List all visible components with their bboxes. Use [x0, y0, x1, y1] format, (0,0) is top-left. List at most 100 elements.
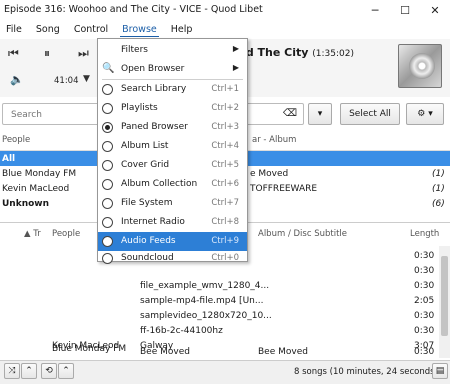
album-list-header[interactable]: Album / Disc Subtitle	[258, 229, 347, 245]
song-duration: (1:35:02)	[312, 49, 354, 59]
song-album: Bee Moved	[258, 346, 308, 357]
radio-icon	[102, 84, 113, 95]
menu-item-album-list[interactable]: Album List Ctrl+4	[98, 137, 247, 156]
radio-icon	[102, 179, 113, 190]
seek-menu-icon[interactable]: ▼	[83, 74, 90, 84]
clear-search-icon[interactable]: ⌫	[283, 108, 297, 119]
radio-icon	[102, 160, 113, 171]
window-title: Episode 316: Woohoo and The City - VICE …	[4, 4, 263, 15]
menu-item-label: Soundcloud	[121, 253, 174, 263]
people-column-header[interactable]: People	[2, 135, 30, 151]
maximize-button[interactable]: ☐	[390, 0, 420, 20]
menu-item-label: Search Library	[121, 84, 187, 94]
shuffle-icon: ⤨	[8, 366, 16, 376]
menu-item-label: Album Collection	[121, 179, 198, 189]
menu-item-search-library[interactable]: Search Library Ctrl+1	[98, 80, 247, 99]
menu-help[interactable]: Help	[169, 23, 195, 36]
menu-item-file-system[interactable]: File System Ctrl+7	[98, 194, 247, 213]
menu-item-paned-browser[interactable]: Paned Browser Ctrl+3	[98, 118, 247, 137]
song-length: 0:30	[414, 280, 435, 291]
repeat-button[interactable]: ⟲	[41, 363, 57, 379]
menu-item-filters[interactable]: Filters ▶	[98, 41, 247, 60]
menu-item-label: File System	[121, 198, 173, 208]
song-title: file_example_wmv_1280_4...	[140, 280, 270, 291]
album-count: (1)	[432, 183, 445, 194]
current-song-title: nd The City (1:35:02)	[238, 46, 354, 59]
menu-item-label: Cover Grid	[121, 160, 170, 170]
album-cover[interactable]	[398, 44, 442, 88]
title-bar: Episode 316: Woohoo and The City - VICE …	[0, 0, 450, 20]
previous-icon[interactable]: ⏮	[8, 46, 19, 61]
song-row[interactable]: file_example_wmv_1280_4... 0:30	[0, 278, 438, 293]
song-row[interactable]: 0:30	[0, 263, 438, 278]
browse-menu: Filters ▶ 🔍 Open Browser ▶ Search Librar…	[97, 38, 248, 264]
pause-icon[interactable]: ⏸	[44, 46, 50, 61]
song-row[interactable]: Blue Monday FM Bee Moved Bee Moved 0:30	[0, 344, 438, 359]
track-column-header[interactable]: ▲ Tr	[24, 229, 41, 245]
menu-item-playlists[interactable]: Playlists Ctrl+2	[98, 99, 247, 118]
menu-item-label: Internet Radio	[121, 217, 185, 227]
menu-item-audio-feeds[interactable]: Audio Feeds Ctrl+9	[98, 232, 247, 251]
album-count: (6)	[432, 198, 445, 209]
menu-item-shortcut: Ctrl+6	[211, 179, 239, 189]
menu-control[interactable]: Control	[72, 23, 110, 36]
elapsed-time: 41:04	[54, 76, 79, 86]
menu-item-shortcut: Ctrl+3	[211, 122, 239, 132]
menu-item-shortcut: Ctrl+5	[211, 160, 239, 170]
menu-item-cover-grid[interactable]: Cover Grid Ctrl+5	[98, 156, 247, 175]
menu-item-open-browser[interactable]: 🔍 Open Browser ▶	[98, 60, 247, 79]
repeat-menu-button[interactable]: ⌃	[58, 363, 74, 379]
song-title-text: nd The City	[238, 46, 309, 59]
minimize-button[interactable]: ─	[360, 0, 390, 20]
volume-icon[interactable]: 🔈	[10, 73, 24, 86]
menu-browse[interactable]: Browse	[120, 23, 159, 37]
song-length: 0:30	[414, 310, 435, 321]
people-list-header[interactable]: People	[52, 229, 80, 245]
menu-item-shortcut: Ctrl+9	[211, 236, 239, 246]
menu-item-internet-radio[interactable]: Internet Radio Ctrl+8	[98, 213, 247, 232]
next-icon[interactable]: ⏭	[78, 46, 89, 61]
people-name: Blue Monday FM	[2, 168, 77, 179]
album-column-header[interactable]: ar - Album	[252, 135, 296, 151]
queue-button[interactable]: ▤	[432, 363, 448, 379]
scrollbar-thumb[interactable]	[441, 256, 448, 336]
chevron-down-icon: ▾	[317, 109, 323, 119]
menu-item-label: Open Browser	[121, 64, 185, 74]
album-name: TOFFREEWARE	[250, 183, 318, 194]
gear-icon: ⚙ ▾	[417, 109, 433, 119]
song-title: ff-16b-2c-44100hz	[140, 325, 223, 336]
shuffle-menu-button[interactable]: ⌃	[21, 363, 37, 379]
submenu-arrow-icon: ▶	[232, 63, 239, 72]
search-icon: 🔍	[102, 63, 115, 74]
menu-song[interactable]: Song	[34, 23, 62, 36]
menu-item-soundcloud[interactable]: Soundcloud Ctrl+0	[98, 251, 247, 264]
song-list-scrollbar[interactable]	[439, 246, 450, 358]
submenu-arrow-icon: ▶	[232, 44, 239, 53]
menu-item-label: Audio Feeds	[121, 236, 176, 246]
queue-icon: ▤	[435, 366, 445, 376]
length-list-header[interactable]: Length	[410, 229, 439, 245]
menu-item-shortcut: Ctrl+8	[211, 217, 239, 227]
close-button[interactable]: ✕	[420, 0, 450, 20]
menu-item-shortcut: Ctrl+7	[211, 198, 239, 208]
browser-options-button[interactable]: ⚙ ▾	[406, 103, 444, 125]
disc-icon	[409, 53, 435, 79]
song-title: sample-mp4-file.mp4 [Un...	[140, 295, 264, 306]
shuffle-button[interactable]: ⤨	[4, 363, 20, 379]
search-history-button[interactable]: ▾	[308, 103, 332, 125]
song-row[interactable]: sample-mp4-file.mp4 [Un... 2:05	[0, 293, 438, 308]
song-row[interactable]: ff-16b-2c-44100hz 0:30	[0, 323, 438, 338]
radio-checked-icon	[102, 122, 113, 133]
radio-icon	[102, 217, 113, 228]
song-length: 0:30	[414, 250, 435, 261]
menu-item-shortcut: Ctrl+1	[211, 84, 239, 94]
select-all-button[interactable]: Select All	[340, 103, 400, 125]
chevron-up-icon: ⌃	[62, 366, 70, 376]
song-length: 0:30	[414, 325, 435, 336]
song-length: 2:05	[414, 295, 435, 306]
people-name: Unknown	[2, 198, 50, 209]
track-header-label: Tr	[33, 229, 41, 239]
menu-file[interactable]: File	[4, 23, 24, 36]
menu-item-album-collection[interactable]: Album Collection Ctrl+6	[98, 175, 247, 194]
song-row[interactable]: samplevideo_1280x720_10... 0:30	[0, 308, 438, 323]
